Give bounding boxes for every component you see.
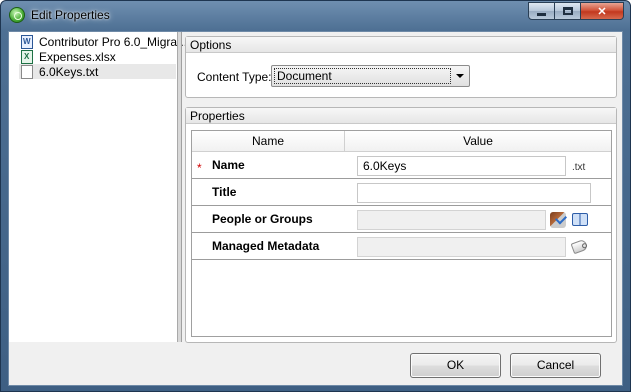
caption-buttons: ✕ bbox=[528, 2, 624, 20]
chevron-down-icon bbox=[456, 74, 464, 78]
dialog-client-area: Contributor Pro 6.0_Migra... Expenses.xl… bbox=[8, 31, 623, 386]
minimize-button[interactable] bbox=[528, 2, 555, 20]
app-icon bbox=[9, 7, 25, 23]
file-list[interactable]: Contributor Pro 6.0_Migra... Expenses.xl… bbox=[9, 32, 187, 342]
property-label: People or Groups bbox=[212, 212, 313, 226]
maximize-button[interactable] bbox=[555, 2, 581, 20]
file-extension: .txt bbox=[572, 162, 586, 173]
close-button[interactable]: ✕ bbox=[581, 2, 624, 20]
word-document-icon bbox=[21, 34, 33, 49]
options-header: Options bbox=[186, 37, 616, 53]
properties-group: Properties Name Value * Name 6.0Keys .tx… bbox=[185, 107, 617, 343]
content-type-dropdown[interactable]: Document bbox=[271, 65, 470, 87]
file-list-item[interactable]: Expenses.xlsx bbox=[21, 49, 116, 64]
column-header-name[interactable]: Name bbox=[192, 131, 345, 152]
excel-document-icon bbox=[21, 49, 33, 64]
file-name: Contributor Pro 6.0_Migra... bbox=[39, 34, 188, 49]
options-group: Options Content Type: Document bbox=[185, 36, 617, 98]
edit-properties-dialog: Edit Properties ✕ Contributor Pro 6.0_Mi… bbox=[0, 0, 631, 392]
name-input[interactable]: 6.0Keys bbox=[357, 156, 566, 176]
property-label: Name bbox=[212, 158, 245, 172]
title-bar[interactable]: Edit Properties ✕ bbox=[1, 1, 630, 31]
file-list-item-selected[interactable]: 6.0Keys.txt bbox=[19, 64, 176, 79]
content-type-value: Document bbox=[274, 68, 451, 84]
close-icon: ✕ bbox=[597, 5, 607, 18]
properties-grid: Name Value * Name 6.0Keys .txt Title Peo… bbox=[191, 130, 612, 337]
title-input[interactable] bbox=[357, 183, 591, 203]
check-names-icon[interactable] bbox=[550, 212, 566, 228]
tag-icon[interactable] bbox=[570, 238, 589, 255]
ok-button[interactable]: OK bbox=[410, 353, 501, 378]
properties-header: Properties bbox=[186, 108, 616, 124]
property-row-name: * Name 6.0Keys .txt bbox=[192, 153, 611, 179]
pane-splitter[interactable] bbox=[178, 32, 182, 342]
content-type-label: Content Type: bbox=[197, 70, 272, 84]
property-label: Title bbox=[212, 185, 237, 199]
property-row-people: People or Groups bbox=[192, 207, 611, 233]
file-name: 6.0Keys.txt bbox=[39, 64, 99, 79]
property-row-managed-metadata: Managed Metadata bbox=[192, 234, 611, 260]
managed-metadata-input[interactable] bbox=[357, 237, 566, 257]
file-list-item[interactable]: Contributor Pro 6.0_Migra... bbox=[21, 34, 187, 49]
address-book-icon[interactable] bbox=[572, 213, 588, 226]
property-row-title: Title bbox=[192, 180, 611, 206]
maximize-icon bbox=[562, 7, 573, 15]
minimize-icon bbox=[537, 12, 546, 16]
grid-header: Name Value bbox=[192, 131, 611, 152]
cancel-button[interactable]: Cancel bbox=[510, 353, 601, 378]
window-title: Edit Properties bbox=[31, 8, 110, 22]
property-label: Managed Metadata bbox=[212, 239, 320, 253]
text-document-icon bbox=[21, 64, 33, 79]
required-marker: * bbox=[197, 161, 202, 175]
file-name: Expenses.xlsx bbox=[39, 49, 116, 64]
right-pane: Options Content Type: Document Propertie… bbox=[185, 36, 619, 343]
people-or-groups-input[interactable] bbox=[357, 210, 546, 230]
column-header-value[interactable]: Value bbox=[345, 131, 611, 152]
